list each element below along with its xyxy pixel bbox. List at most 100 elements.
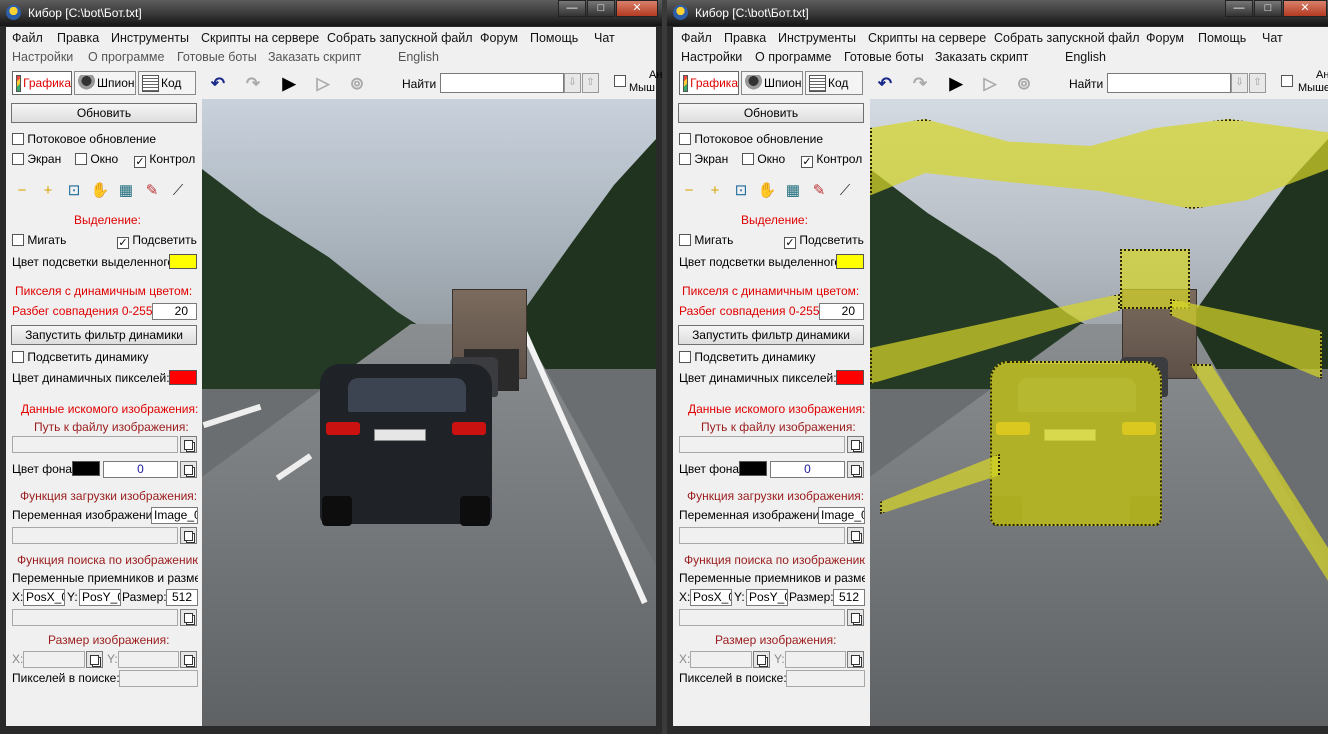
load-func-button[interactable] xyxy=(847,527,864,544)
posx-input[interactable]: PosX_0 xyxy=(690,589,732,606)
bg-copy-button[interactable] xyxy=(847,461,864,478)
pixels-in-search-input[interactable] xyxy=(786,670,865,687)
checkbox-an[interactable] xyxy=(1281,75,1293,87)
posx-input[interactable]: PosX_0 xyxy=(23,589,65,606)
menu-help[interactable]: Помощь xyxy=(530,31,578,45)
menu-edit[interactable]: Правка xyxy=(724,31,766,45)
highlight-dynamics-checkbox[interactable]: Подсветить динамику xyxy=(679,350,816,364)
record-icon[interactable]: ⊚ xyxy=(346,73,368,95)
menu-forum[interactable]: Форум xyxy=(1146,31,1184,45)
tab-graphics[interactable]: Графика xyxy=(679,71,739,95)
minus-icon[interactable]: − xyxy=(12,181,32,201)
search-func-input[interactable] xyxy=(12,609,178,626)
undo-icon[interactable]: ↶ xyxy=(207,73,229,95)
tab-code[interactable]: Код xyxy=(138,71,196,95)
minimize-button[interactable]: — xyxy=(558,0,586,17)
menu-chat[interactable]: Чат xyxy=(594,31,615,45)
plus-icon[interactable]: + xyxy=(705,181,725,201)
find-down-button[interactable]: ⇩ xyxy=(564,73,581,93)
bg-value-input[interactable]: 0 xyxy=(770,461,845,478)
image-var-input[interactable]: Image_0 xyxy=(151,507,198,524)
run-filter-button[interactable]: Запустить фильтр динамики xyxy=(678,325,864,345)
bg-copy-button[interactable] xyxy=(180,461,197,478)
image-path-input[interactable] xyxy=(12,436,178,453)
menu-help[interactable]: Помощь xyxy=(1198,31,1246,45)
tab-code[interactable]: Код xyxy=(805,71,863,95)
size-input[interactable]: 512 xyxy=(833,589,865,606)
highlight-checkbox[interactable]: ✓ Подсветить xyxy=(784,233,864,249)
menu-forum[interactable]: Форум xyxy=(480,31,518,45)
plus-icon[interactable]: + xyxy=(38,181,58,201)
pencil-icon[interactable]: ✎ xyxy=(142,181,162,201)
find-up-button[interactable]: ⇧ xyxy=(1249,73,1266,93)
size-x-input[interactable] xyxy=(690,651,752,668)
tab-graphics[interactable]: Графика xyxy=(12,71,72,95)
size-y-input[interactable] xyxy=(118,651,179,668)
search-func-button[interactable] xyxy=(180,609,197,626)
menu-settings[interactable]: Настройки xyxy=(12,50,73,64)
contour-checkbox[interactable]: ✓ Контрол xyxy=(801,152,862,168)
load-func-input[interactable] xyxy=(12,527,178,544)
stream-update-checkbox[interactable]: Потоковое обновление xyxy=(12,132,156,146)
load-func-button[interactable] xyxy=(180,527,197,544)
menu-file[interactable]: Файл xyxy=(12,31,43,45)
menu-about[interactable]: О программе xyxy=(755,50,831,64)
contour-checkbox[interactable]: ✓ Контрол xyxy=(134,152,195,168)
undo-icon[interactable]: ↶ xyxy=(874,73,896,95)
highlight-color-swatch[interactable] xyxy=(169,254,197,269)
find-down-button[interactable]: ⇩ xyxy=(1231,73,1248,93)
menu-chat[interactable]: Чат xyxy=(1262,31,1283,45)
posy-input[interactable]: PosY_0 xyxy=(746,589,788,606)
menu-tools[interactable]: Инструменты xyxy=(111,31,189,45)
tolerance-input[interactable]: 20 xyxy=(819,303,864,320)
image-path-input[interactable] xyxy=(679,436,845,453)
bg-color-swatch[interactable] xyxy=(739,461,767,476)
step-icon[interactable]: ▷ xyxy=(979,73,1001,95)
size-y-input[interactable] xyxy=(785,651,846,668)
pencil-icon[interactable]: ✎ xyxy=(809,181,829,201)
posy-input[interactable]: PosY_0 xyxy=(79,589,121,606)
tab-spy[interactable]: Шпион xyxy=(741,71,803,95)
hand-icon[interactable]: ✋ xyxy=(757,181,777,201)
size-x-button[interactable] xyxy=(86,651,103,668)
size-y-button[interactable] xyxy=(847,651,864,668)
blink-checkbox[interactable]: Мигать xyxy=(12,233,66,247)
checkbox-an[interactable] xyxy=(614,75,626,87)
run-filter-button[interactable]: Запустить фильтр динамики xyxy=(11,325,197,345)
title-bar[interactable]: Кибор [C:\bot\Бот.txt] — □ ✕ xyxy=(667,0,1328,26)
size-x-input[interactable] xyxy=(23,651,85,668)
pixels-in-search-input[interactable] xyxy=(119,670,198,687)
menu-about[interactable]: О программе xyxy=(88,50,164,64)
screen-checkbox[interactable]: Экран xyxy=(12,152,61,166)
bg-color-swatch[interactable] xyxy=(72,461,100,476)
zoom-icon[interactable]: ⊡ xyxy=(64,181,84,201)
fill-icon[interactable]: ▦ xyxy=(116,181,136,201)
redo-icon[interactable]: ↷ xyxy=(242,73,264,95)
highlight-color-swatch[interactable] xyxy=(836,254,864,269)
refresh-button[interactable]: Обновить xyxy=(678,103,864,123)
title-bar[interactable]: Кибор [C:\bot\Бот.txt] — □ ✕ xyxy=(0,0,662,26)
dynamic-color-swatch[interactable] xyxy=(836,370,864,385)
checkbox[interactable] xyxy=(12,133,24,145)
find-up-button[interactable]: ⇧ xyxy=(582,73,599,93)
record-icon[interactable]: ⊚ xyxy=(1013,73,1035,95)
menu-ready-bots[interactable]: Готовые боты xyxy=(844,50,924,64)
eyedropper-icon[interactable]: ⟋ xyxy=(168,181,188,201)
captured-image-view[interactable] xyxy=(870,99,1328,726)
browse-image-button[interactable] xyxy=(180,436,197,453)
find-input[interactable] xyxy=(1107,73,1231,93)
load-func-input[interactable] xyxy=(679,527,845,544)
tab-spy[interactable]: Шпион xyxy=(74,71,136,95)
browse-image-button[interactable] xyxy=(847,436,864,453)
hand-icon[interactable]: ✋ xyxy=(90,181,110,201)
search-func-button[interactable] xyxy=(847,609,864,626)
size-x-button[interactable] xyxy=(753,651,770,668)
image-var-input[interactable]: Image_0 xyxy=(818,507,865,524)
window-checkbox[interactable]: Окно xyxy=(742,152,785,166)
menu-ready-bots[interactable]: Готовые боты xyxy=(177,50,257,64)
window-checkbox[interactable]: Окно xyxy=(75,152,118,166)
eyedropper-icon[interactable]: ⟋ xyxy=(835,181,855,201)
size-input[interactable]: 512 xyxy=(166,589,198,606)
maximize-button[interactable]: □ xyxy=(587,0,615,17)
menu-server-scripts[interactable]: Скрипты на сервере xyxy=(201,31,319,45)
